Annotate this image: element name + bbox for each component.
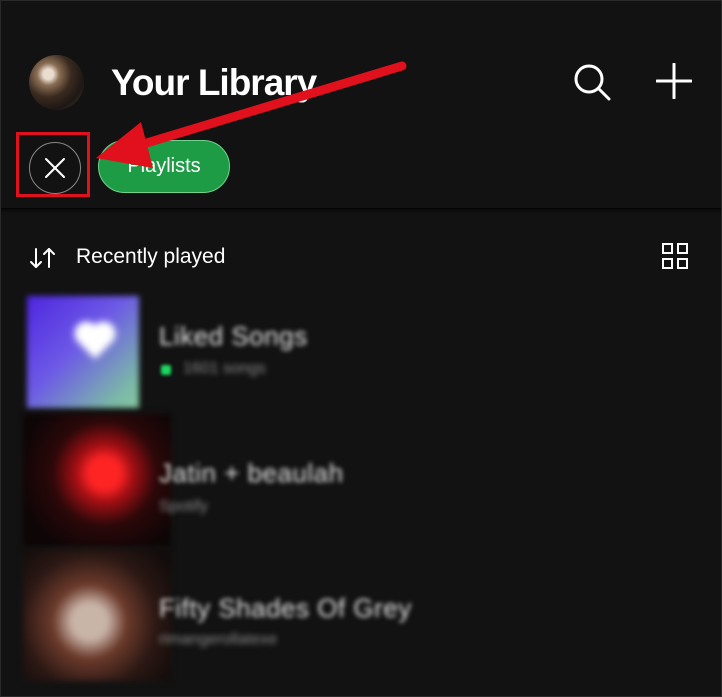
item-subtitle: 1601 songs	[183, 360, 266, 377]
sort-row: Recently played	[1, 239, 721, 279]
app-frame: Your Library Playlists Recently played L…	[0, 0, 722, 697]
annotation-highlight-box	[16, 132, 90, 197]
profile-avatar[interactable]	[29, 55, 84, 110]
library-item-jatin-beaulah[interactable]: Jatin + beaulah Spotify	[1, 414, 721, 546]
item-title: Fifty Shades Of Grey	[159, 593, 412, 623]
item-title: Jatin + beaulah	[159, 458, 344, 488]
item-subtitle: rimangerollatexe	[159, 631, 278, 648]
grid-view-icon[interactable]	[661, 242, 689, 270]
sort-label[interactable]: Recently played	[76, 245, 225, 269]
sort-icon[interactable]	[29, 246, 57, 270]
filter-chip-label: Playlists	[127, 155, 201, 177]
search-icon[interactable]	[573, 63, 611, 101]
downloaded-indicator-icon	[161, 365, 171, 375]
playlist-cover-liked-songs	[27, 296, 139, 408]
library-item-liked-songs[interactable]: Liked Songs 1601 songs	[1, 296, 721, 426]
playlist-cover-fifty-shades	[23, 549, 171, 681]
filter-chip-playlists[interactable]: Playlists	[98, 140, 230, 193]
item-title: Liked Songs	[159, 321, 308, 351]
item-subtitle: Spotify	[159, 498, 208, 515]
playlist-cover-jatin-beaulah	[23, 414, 171, 546]
library-header: Your Library Playlists	[1, 1, 721, 209]
plus-icon[interactable]	[656, 63, 692, 99]
heart-icon	[78, 325, 112, 359]
library-item-fifty-shades[interactable]: Fifty Shades Of Grey rimangerollatexe	[1, 549, 721, 681]
page-title: Your Library	[111, 62, 317, 103]
